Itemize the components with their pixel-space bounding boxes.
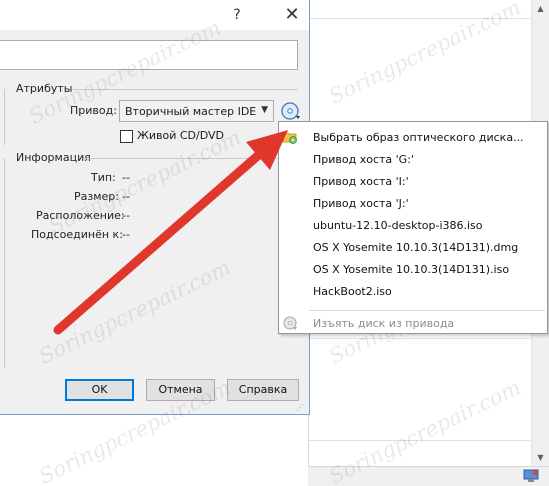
annotation-arrow — [53, 130, 288, 335]
